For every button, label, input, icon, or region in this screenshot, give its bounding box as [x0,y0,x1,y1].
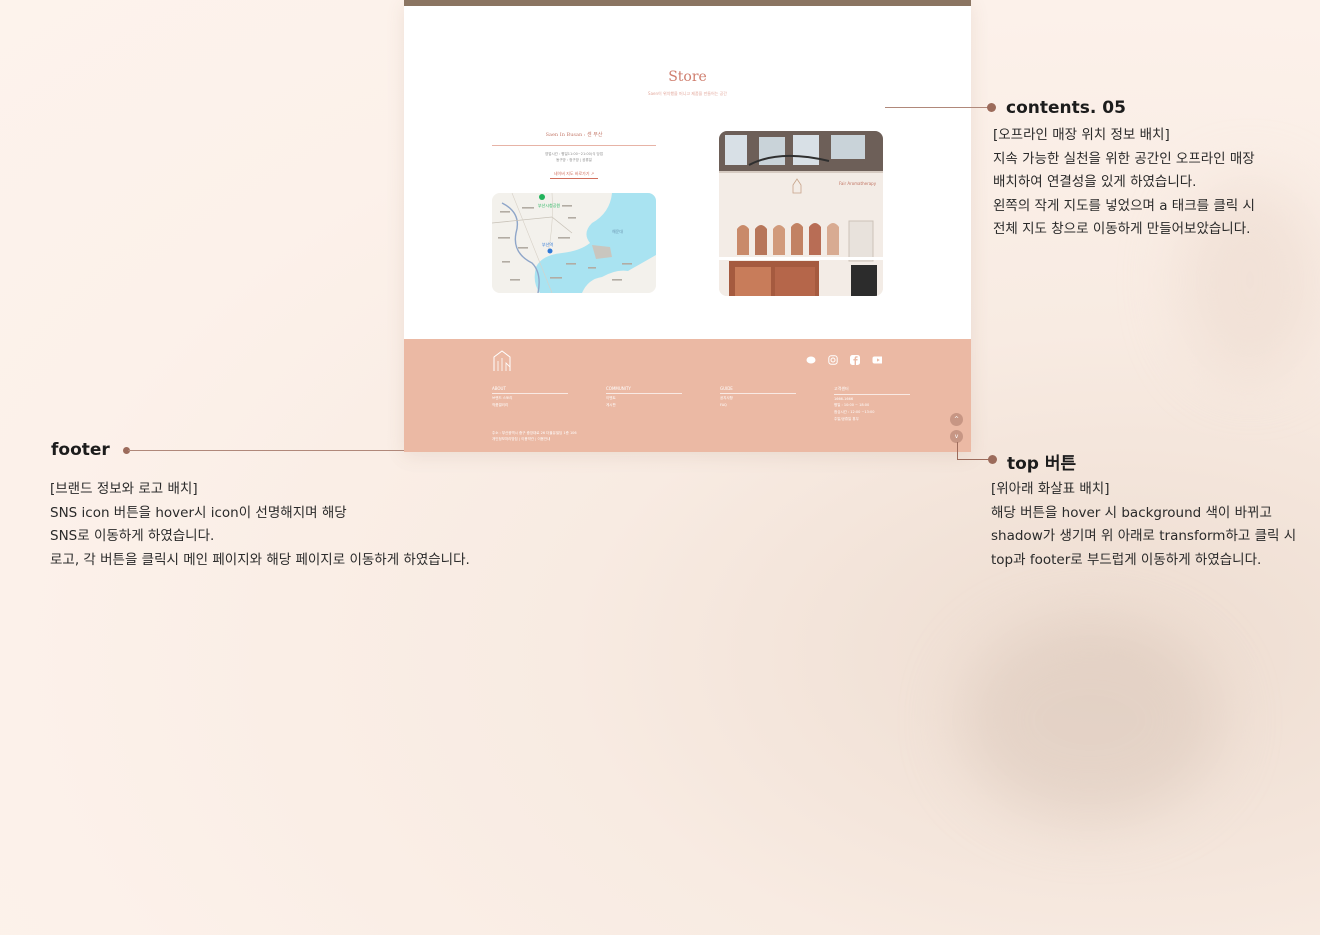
footer-column-title: ABOUT [492,386,568,394]
contents05-description: [오프라인 매장 위치 정보 배치] 지속 가능한 실천을 위한 공간인 오프라… [993,124,1255,242]
footer-column-title: 고객센터 [834,386,910,395]
map-graphic: 부산시청공원 부산역 해운대 [492,193,656,293]
store-photo: Fair Aromatherapy [719,131,883,296]
policy-links[interactable]: 개인정보처리방침 | 이용약관 | 이용안내 [492,437,692,443]
footer-column-about: ABOUT 브랜드 스토리 작품갤러리 [492,386,568,408]
description-line: SNS icon 버튼을 hover시 icon이 선명해지며 해당 [50,504,347,521]
kakao-icon[interactable] [806,355,816,365]
footer-column-title: COMMUNITY [606,386,682,394]
description-line: [오프라인 매장 위치 정보 배치] [993,127,1170,143]
hero-image-edge [404,0,971,6]
footer-column-community: COMMUNITY 이벤트 게시판 [606,386,682,408]
background-blur [960,620,1220,820]
description-line: SNS로 이동하게 하였습니다. [50,528,215,544]
footer-column-cs: 고객센터 1666-1666 평일 : 10:00 ~ 18:00 점심시간 :… [834,386,910,422]
description-line: [위아래 화살표 배치] [991,481,1110,497]
contents05-title: contents. 05 [1006,98,1126,118]
description-line: [브랜드 정보와 로고 배치] [50,481,198,497]
footer-link[interactable]: 브랜드 스토리 [492,396,568,401]
description-line: 로고, 각 버튼을 클릭시 메인 페이지와 해당 페이지로 이동하게 하였습니다… [50,551,470,568]
footer-column-guide: GUIDE 공지사항 FAQ [720,386,796,407]
store-map[interactable]: 부산시청공원 부산역 해운대 [492,193,656,293]
top-button-description: [위아래 화살표 배치] 해당 버튼을 hover 시 background 색… [991,478,1296,572]
map-label: 부산시청공원 [538,202,560,208]
cs-hours: 평일 : 10:00 ~ 18:00 [834,403,870,407]
contents05-dot [987,103,996,112]
facebook-icon[interactable] [850,355,860,365]
description-line: 배치하여 연결성을 있게 하였습니다. [993,174,1197,190]
cs-phone: 1666-1666 [834,397,854,401]
contents05-connector [885,107,990,108]
cs-lunch: 점심시간 : 12:00 ~13:00 [834,410,875,414]
footer-link[interactable]: 이벤트 [606,396,682,401]
youtube-icon[interactable] [872,355,882,365]
website-mockup: Store Saen이 위치했을 머니고 제품을 만들어는 공간 Saen In… [404,0,971,452]
top-button-connector [957,459,991,460]
brand-logo-icon[interactable] [492,349,512,373]
footer-column-title: GUIDE [720,386,796,394]
footer-link[interactable]: FAQ [720,403,796,407]
description-line: 전체 지도 창으로 이동하게 만들어보았습니다. [993,221,1251,237]
footer-annotation-description: [브랜드 정보와 로고 배치] SNS icon 버튼을 hover시 icon… [50,478,470,572]
footer-link[interactable]: 작품갤러리 [492,403,568,408]
store-holidays: 동구방 : 정구방 | 공휴일 [556,158,592,162]
description-line: shadow가 생기며 위 아래로 transform하고 클릭 시 [991,528,1297,544]
map-label: 해운대 [612,228,623,234]
description-line: 왼쪽의 작게 지도를 넣었으며 a 태크를 클릭 시 [993,197,1255,214]
store-sign: Fair Aromatherapy [839,181,877,186]
scroll-top-button[interactable]: ^ [950,413,963,426]
top-button-connector-vertical [957,442,958,459]
description-line: 지속 가능한 실천을 위한 공간인 오프라인 매장 [993,150,1255,167]
footer-link[interactable]: 공지사항 [720,396,796,401]
footer-address: 주소 : 부산광역시 중구 중앙대로 26 더블유빌딩 1층 106 개인정보처… [492,431,692,442]
site-footer: ABOUT 브랜드 스토리 작품갤러리 COMMUNITY 이벤트 게시판 GU… [404,339,971,452]
instagram-icon[interactable] [828,355,838,365]
store-section-subtitle: Saen이 위치했을 머니고 제품을 만들어는 공간 [648,91,727,96]
description-line: top과 footer로 부드럽게 이동하게 하였습니다. [991,551,1262,568]
top-button-dot [988,455,997,464]
store-location-name: Saen In Busan : 센 부산 [545,132,603,138]
store-section-title: Store [668,69,707,85]
footer-link[interactable]: 게시판 [606,403,682,408]
store-photo-graphic: Fair Aromatherapy [719,131,883,296]
store-hours: 영업시간 : 평일11:00~21:00(식 당업 [545,152,603,156]
footer-annotation-title: footer [51,440,110,460]
description-line: 해당 버튼을 hover 시 background 색이 바뀌고 [991,504,1272,521]
top-button-title: top 버튼 [1007,454,1077,474]
location-divider [492,145,656,146]
cs-holiday: 주말/공휴일 휴무 [834,417,859,421]
map-label: 부산역 [542,241,553,247]
footer-annotation-connector [128,450,404,451]
naver-map-link[interactable]: 네이버 지도 바로가기 ↗ [550,171,598,179]
